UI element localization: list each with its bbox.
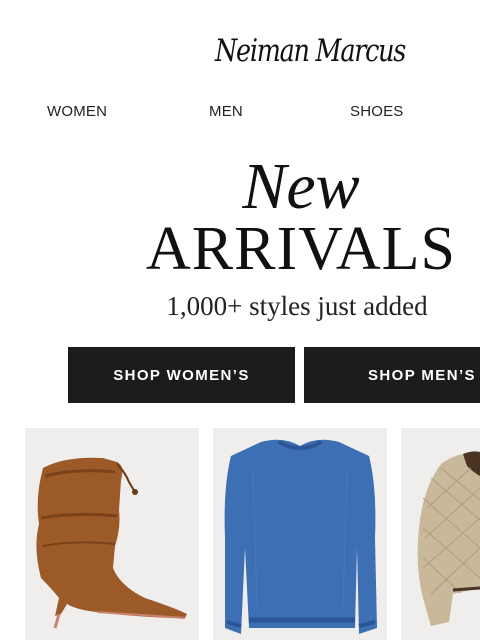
main-nav: WOMEN MEN SHOES (0, 103, 480, 121)
suede-slouch-boot-image (36, 457, 187, 629)
product-tile-jacket[interactable] (401, 428, 480, 640)
hero-headline-new: New (242, 150, 360, 223)
shop-womens-button[interactable]: SHOP WOMEN’S (68, 347, 295, 403)
hero-subtitle: 1,000+ styles just added (166, 291, 428, 321)
nav-item-men[interactable]: MEN (209, 103, 243, 120)
shop-mens-button[interactable]: SHOP MEN’S (304, 347, 480, 403)
product-tile-sweater[interactable] (213, 428, 387, 640)
product-tile-boot[interactable] (25, 428, 199, 640)
nav-item-shoes[interactable]: SHOES (350, 103, 404, 120)
nav-item-women[interactable]: WOMEN (47, 103, 107, 120)
blue-knit-sweater-image (224, 439, 377, 634)
hero-headline-arrivals: ARRIVALS (145, 215, 457, 283)
quilted-jacket-image (417, 451, 480, 626)
brand-logo[interactable]: Neiman Marcus (215, 22, 406, 80)
